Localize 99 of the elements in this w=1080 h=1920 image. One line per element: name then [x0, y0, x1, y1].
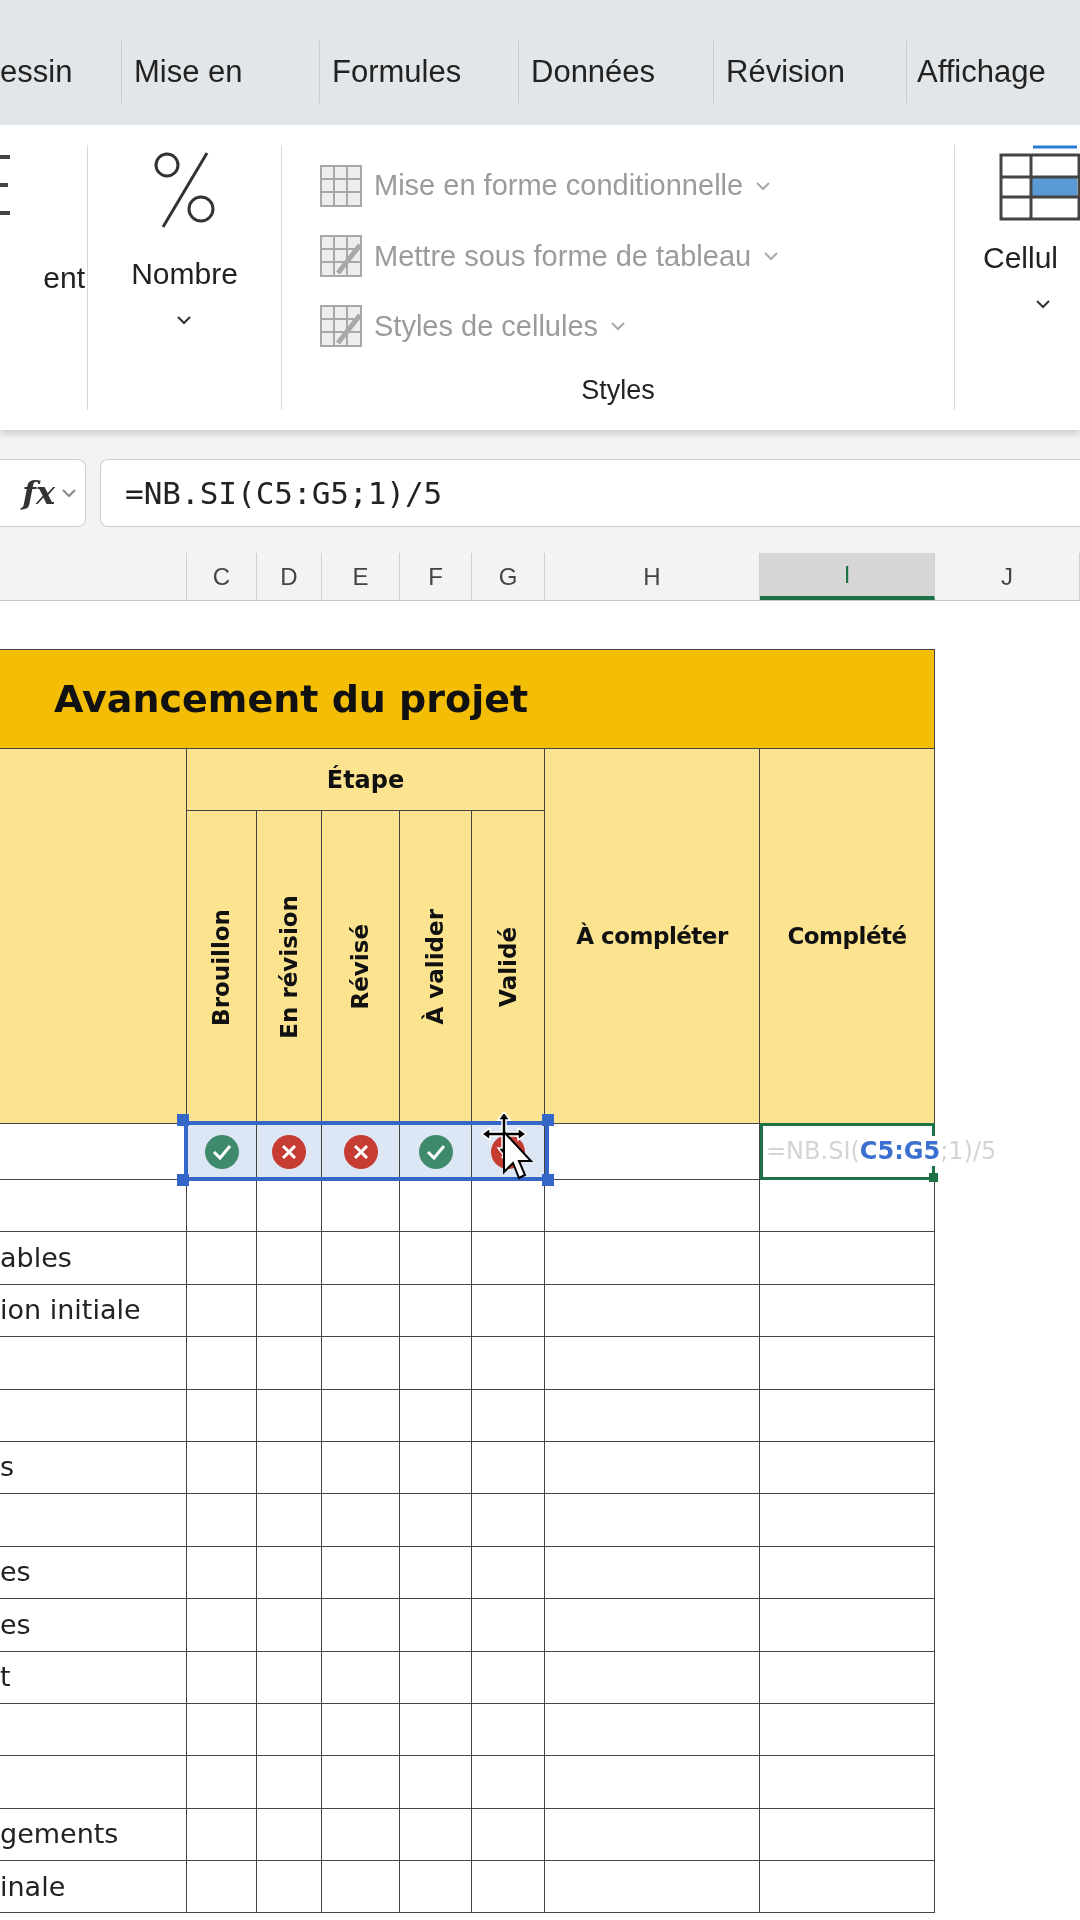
chevron-icon: [176, 314, 193, 326]
table-cell: [187, 1703, 257, 1757]
grid-brush-icon: [320, 305, 362, 348]
ribbon-tab[interactable]: Affichage: [917, 48, 1046, 96]
table-cell: [400, 1546, 472, 1600]
table-cell: [400, 1337, 472, 1390]
ribbon-tab[interactable]: essin: [0, 48, 73, 96]
table-cell: [257, 1441, 322, 1495]
ribbon-tab[interactable]: Mise en: [134, 48, 243, 96]
cursor-icon: [478, 1110, 534, 1180]
column-header[interactable]: G: [472, 553, 545, 600]
fill-handle[interactable]: [929, 1173, 938, 1182]
table-cell: [187, 1232, 257, 1285]
column-header[interactable]: J: [935, 553, 1080, 600]
chevron-icon: [61, 487, 77, 499]
table-title: Avancement du projet: [0, 649, 935, 749]
table-cell: gements: [0, 1808, 187, 1862]
group-label: Styles: [581, 373, 655, 407]
table-cell[interactable]: [187, 1124, 257, 1180]
selection-handle[interactable]: [542, 1174, 554, 1186]
table-cell: [400, 1232, 472, 1285]
table-cell: t: [0, 1651, 187, 1704]
table-cell: [257, 1389, 322, 1442]
formula-text: =NB.SI(C5:G5;1)/5: [125, 473, 443, 513]
chevron-icon: [763, 250, 780, 263]
column-header-cell: Complété: [760, 749, 935, 1124]
table-cell: [400, 1861, 472, 1914]
chevron-icon: [1035, 298, 1051, 310]
table-cell: [400, 1703, 472, 1757]
table-cell: [400, 1808, 472, 1862]
table-cell: [400, 1180, 472, 1233]
table-cell: [187, 1756, 257, 1809]
column-header-cell-text: Validé: [493, 927, 522, 1007]
table-cell: ables: [0, 1232, 187, 1285]
table-cell: [187, 1441, 257, 1495]
align-icon: [0, 155, 12, 215]
table-cell: s: [0, 1441, 187, 1495]
table-cell: [257, 1494, 322, 1547]
table-cell: [257, 1232, 322, 1285]
column-header-cell-text: À valider: [420, 909, 450, 1025]
formula-field[interactable]: =NB.SI(C5:G5;1)/5: [100, 459, 1080, 527]
table-cell: [257, 1651, 322, 1704]
table-cell: [187, 1494, 257, 1547]
table-cell[interactable]: [322, 1124, 400, 1180]
table-cell: [400, 1389, 472, 1442]
chevron-icon: [610, 320, 627, 333]
column-header-cell-text: Révisé: [346, 924, 375, 1010]
table-cell: [187, 1861, 257, 1914]
table-cell: [257, 1599, 322, 1652]
cells-button[interactable]: Cellul: [955, 145, 1080, 310]
table-cell: [257, 1756, 322, 1809]
table-cell: [257, 1808, 322, 1862]
number-button[interactable]: Nombre: [131, 145, 238, 326]
alignment-button[interactable]: ent: [43, 255, 87, 300]
table-cell: [187, 1651, 257, 1704]
table-icon: [999, 145, 1080, 221]
table-cell: ion initiale: [0, 1284, 187, 1338]
column-header[interactable]: C: [187, 553, 257, 600]
column-header-cell-text: En révision: [274, 895, 303, 1039]
table-cell: [187, 1180, 257, 1233]
table-cell: [257, 1703, 322, 1757]
ribbon-tab[interactable]: Formules: [332, 48, 462, 96]
table-cell: [187, 1284, 257, 1338]
group-header: Étape: [187, 749, 545, 811]
table-cell: [400, 1599, 472, 1652]
ribbon-tab[interactable]: Données: [531, 48, 656, 96]
table-cell[interactable]: [400, 1124, 472, 1180]
table-cell: [400, 1756, 472, 1809]
table-cell[interactable]: [257, 1124, 322, 1180]
table-cell: [257, 1180, 322, 1233]
grid-icon: [320, 165, 362, 208]
function-button[interactable]: fx: [0, 459, 86, 527]
table-cell: [400, 1441, 472, 1495]
column-header[interactable]: I: [760, 553, 935, 600]
selection-handle[interactable]: [177, 1114, 189, 1126]
table-cell: [187, 1546, 257, 1600]
column-header-cell-text: Brouillon: [207, 908, 236, 1026]
table-cell: [187, 1599, 257, 1652]
table-cell: inale: [0, 1861, 187, 1914]
table-cell: es: [0, 1546, 187, 1600]
table-cell: [187, 1389, 257, 1442]
chevron-icon: [755, 180, 772, 193]
selection-handle[interactable]: [177, 1174, 189, 1186]
table-cell: [400, 1651, 472, 1704]
table-cell: es: [0, 1599, 187, 1652]
table-cell: [400, 1494, 472, 1547]
table-cell: [187, 1808, 257, 1862]
table-cell: [257, 1546, 322, 1600]
selection-handle[interactable]: [542, 1114, 554, 1126]
grid-brush-icon: [320, 235, 362, 278]
table-cell: [257, 1284, 322, 1338]
ribbon-tab[interactable]: Révision: [726, 48, 845, 96]
column-header[interactable]: D: [257, 553, 322, 600]
table-cell: [400, 1284, 472, 1338]
table-cell: [257, 1337, 322, 1390]
column-header[interactable]: F: [400, 553, 472, 600]
column-header[interactable]: E: [322, 553, 400, 600]
table-cell: [257, 1861, 322, 1914]
table-cell: [187, 1337, 257, 1390]
